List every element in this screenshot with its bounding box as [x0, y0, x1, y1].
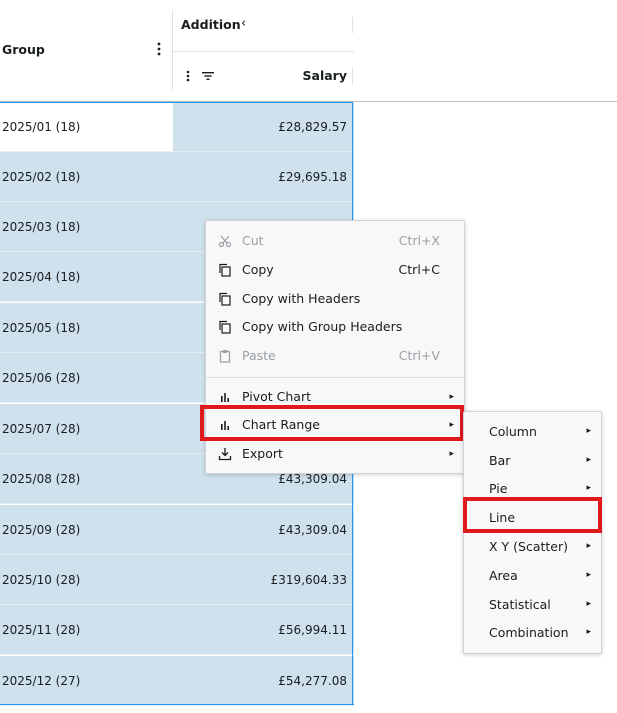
export-icon — [218, 448, 232, 461]
row-group-label[interactable]: 2025/08 (28) — [2, 454, 80, 504]
menu-item-label: Paste — [242, 348, 276, 363]
row-group-label[interactable]: 2025/01 (18) — [2, 102, 80, 152]
menu-item-label: Chart Range — [242, 417, 320, 432]
submenu-arrow-icon: ▸ — [449, 392, 454, 402]
menu-item-shortcut: Ctrl+V — [398, 348, 440, 363]
menu-item-export[interactable]: Export ▸ — [206, 440, 464, 468]
salary-column-header[interactable]: Salary — [300, 68, 347, 83]
row-group-label[interactable]: 2025/02 (18) — [2, 152, 80, 202]
row-group-label[interactable]: 2025/04 (18) — [2, 252, 80, 302]
submenu-arrow-icon: ▸ — [586, 541, 591, 551]
submenu-item-label: Line — [489, 510, 516, 525]
submenu-arrow-icon: ▸ — [586, 455, 591, 465]
menu-item-cut[interactable]: Cut Ctrl+X — [206, 227, 464, 255]
cell-range-selection-border — [0, 704, 354, 705]
table-row[interactable]: 2025/09 (28) £43,309.04 — [0, 505, 354, 555]
submenu-arrow-icon: ▸ — [586, 426, 591, 436]
menu-item-label: Copy with Headers — [242, 291, 361, 306]
submenu-item-pie[interactable]: Pie ▸ — [464, 474, 601, 503]
menu-item-paste[interactable]: Paste Ctrl+V — [206, 342, 464, 370]
menu-separator — [206, 377, 464, 378]
submenu-item-label: Pie — [489, 481, 508, 496]
submenu-item-label: Area — [489, 568, 518, 583]
submenu-arrow-icon: ▸ — [586, 627, 591, 637]
copy-icon — [219, 292, 231, 306]
filter-icon[interactable] — [201, 71, 215, 81]
row-group-label[interactable]: 2025/09 (28) — [2, 505, 80, 555]
cut-icon — [218, 235, 232, 248]
copy-icon — [219, 263, 231, 277]
menu-item-label: Cut — [242, 233, 264, 248]
group-header-label: Group — [2, 42, 45, 57]
group-column-header[interactable]: Group — [0, 0, 172, 101]
salary-cell[interactable]: £56,994.11 — [278, 605, 347, 655]
header-divider — [352, 68, 353, 84]
paste-icon — [219, 350, 231, 363]
menu-item-label: Pivot Chart — [242, 389, 312, 404]
header-divider — [172, 10, 173, 90]
submenu-item-label: Column — [489, 424, 537, 439]
submenu-item-label: Bar — [489, 453, 511, 468]
submenu-arrow-icon: ▸ — [449, 449, 454, 459]
salary-cell[interactable]: £54,277.08 — [278, 656, 347, 706]
salary-cell[interactable]: £28,829.57 — [278, 102, 347, 152]
row-group-label[interactable]: 2025/12 (27) — [2, 656, 80, 706]
menu-item-label: Copy — [242, 262, 274, 277]
submenu-item-area[interactable]: Area ▸ — [464, 561, 601, 590]
menu-item-copy-with-group-headers[interactable]: Copy with Group Headers — [206, 313, 464, 341]
table-row[interactable]: 2025/12 (27) £54,277.08 — [0, 656, 354, 706]
submenu-item-label: X Y (Scatter) — [489, 539, 568, 554]
menu-item-copy[interactable]: Copy Ctrl+C — [206, 256, 464, 284]
chart-icon — [221, 421, 229, 430]
row-group-label[interactable]: 2025/11 (28) — [2, 605, 80, 655]
table-row[interactable]: 2025/10 (28) £319,604.33 — [0, 555, 354, 605]
submenu-item-label: Statistical — [489, 597, 551, 612]
chart-icon — [221, 393, 229, 402]
submenu-item-combination[interactable]: Combination ▸ — [464, 618, 601, 647]
row-group-label[interactable]: 2025/10 (28) — [2, 555, 80, 605]
menu-item-label: Copy with Group Headers — [242, 319, 403, 334]
column-menu-icon[interactable] — [155, 42, 163, 56]
submenu-item-bar[interactable]: Bar ▸ — [464, 446, 601, 475]
submenu-item-statistical[interactable]: Statistical ▸ — [464, 590, 601, 619]
header-divider — [173, 51, 354, 52]
header-divider — [352, 17, 353, 33]
salary-cell[interactable]: £43,309.04 — [278, 505, 347, 555]
submenu-item-xy-scatter[interactable]: X Y (Scatter) ▸ — [464, 532, 601, 561]
table-row[interactable]: 2025/01 (18) £28,829.57 — [0, 102, 354, 152]
table-row[interactable]: 2025/02 (18) £29,695.18 — [0, 152, 354, 202]
row-group-label[interactable]: 2025/03 (18) — [2, 202, 80, 252]
column-menu-icon[interactable] — [184, 70, 192, 82]
submenu-item-line[interactable]: Line — [464, 503, 601, 532]
submenu-arrow-icon: ▸ — [586, 570, 591, 580]
submenu-item-label: Combination — [489, 625, 569, 640]
menu-item-label: Export — [242, 446, 283, 461]
copy-icon — [219, 320, 231, 334]
submenu-item-column[interactable]: Column ▸ — [464, 417, 601, 446]
salary-cell[interactable]: £319,604.33 — [271, 555, 347, 605]
table-row[interactable]: 2025/11 (28) £56,994.11 — [0, 605, 354, 655]
salary-cell[interactable]: £29,695.18 — [278, 152, 347, 202]
addition-group-header: Addition — [181, 17, 241, 32]
context-menu: Cut Ctrl+X Copy Ctrl+C Copy with Headers… — [205, 220, 465, 474]
collapse-chevron-icon[interactable]: ‹ — [241, 16, 246, 31]
row-group-label[interactable]: 2025/06 (28) — [2, 353, 80, 403]
menu-item-copy-with-headers[interactable]: Copy with Headers — [206, 285, 464, 313]
menu-item-chart-range[interactable]: Chart Range ▸ — [206, 411, 464, 439]
menu-item-shortcut: Ctrl+C — [398, 262, 440, 277]
row-group-label[interactable]: 2025/07 (28) — [2, 404, 80, 454]
submenu-arrow-icon: ▸ — [449, 420, 454, 430]
row-group-label[interactable]: 2025/05 (18) — [2, 303, 80, 353]
chart-type-submenu: Column ▸ Bar ▸ Pie ▸ Line X Y (Scatter) … — [463, 411, 602, 654]
menu-item-pivot-chart[interactable]: Pivot Chart ▸ — [206, 383, 464, 411]
submenu-arrow-icon: ▸ — [586, 599, 591, 609]
submenu-arrow-icon: ▸ — [586, 483, 591, 493]
menu-item-shortcut: Ctrl+X — [398, 233, 440, 248]
